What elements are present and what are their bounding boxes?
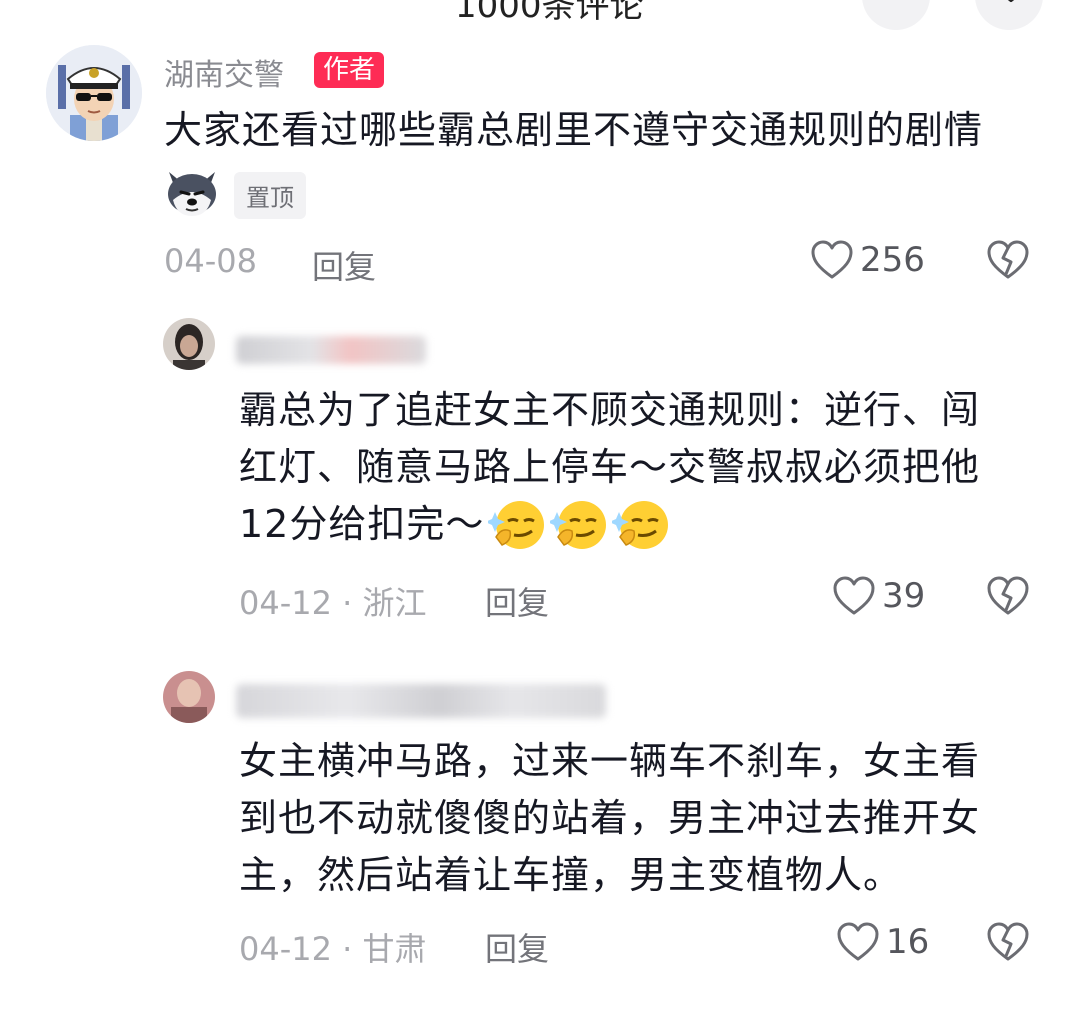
broken-heart-icon bbox=[987, 922, 1029, 961]
dislike-button[interactable] bbox=[986, 922, 1030, 962]
smirk-emoji-icon bbox=[550, 500, 607, 549]
broken-heart-icon bbox=[987, 240, 1029, 279]
comment-line: 女主横冲马路，过来一辆车不刹车，女主看 bbox=[239, 739, 981, 783]
dislike-button[interactable] bbox=[986, 240, 1030, 280]
close-icon bbox=[1007, 0, 1015, 2]
comment-date: 04-08 bbox=[164, 242, 257, 280]
comment-line: 霸总为了追赶女主不顾交通规则：逆行、闯 bbox=[239, 388, 981, 432]
like-count: 256 bbox=[860, 240, 925, 280]
like-button[interactable] bbox=[836, 922, 880, 962]
author-badge: 作者 bbox=[314, 52, 385, 88]
username-blurred[interactable] bbox=[236, 684, 606, 718]
comment-location: 甘肃 bbox=[362, 930, 427, 968]
like-count: 39 bbox=[882, 576, 926, 616]
smirk-emoji-icon bbox=[488, 500, 545, 549]
like-button[interactable] bbox=[832, 576, 876, 616]
close-button[interactable] bbox=[975, 0, 1043, 30]
comment-body: 霸总为了追赶女主不顾交通规则：逆行、闯 红灯、随意马路上停车～交警叔叔必须把他 … bbox=[239, 382, 980, 553]
broken-heart-icon bbox=[987, 576, 1029, 615]
pinned-label: 置顶 bbox=[234, 172, 306, 219]
panel-title: 1000条评论 bbox=[455, 0, 644, 26]
comment-location: 浙江 bbox=[362, 584, 427, 622]
like-count: 16 bbox=[886, 922, 930, 962]
at-button[interactable] bbox=[862, 0, 930, 30]
reply-button[interactable]: 回复 bbox=[312, 242, 376, 288]
heart-outline-icon bbox=[833, 576, 875, 615]
reply-button[interactable]: 回复 bbox=[485, 924, 549, 970]
author-avatar[interactable] bbox=[46, 45, 142, 141]
comment-line: 主，然后站着让车撞，男主变植物人。 bbox=[239, 853, 903, 897]
comment-text: 大家还看过哪些霸总剧里不遵守交通规则的剧情 bbox=[164, 108, 984, 152]
smirk-emoji-icon bbox=[612, 500, 669, 549]
comment-line: 红灯、随意马路上停车～交警叔叔必须把他 bbox=[239, 445, 981, 489]
author-name[interactable]: 湖南交警 bbox=[164, 50, 284, 94]
at-icon bbox=[876, 0, 916, 30]
username-blurred[interactable] bbox=[236, 336, 426, 364]
husky-sticker-icon bbox=[163, 162, 221, 220]
meta-separator: · bbox=[331, 930, 363, 968]
heart-outline-icon bbox=[837, 922, 879, 961]
comment-meta: 04-12 · 甘肃 bbox=[239, 924, 427, 970]
reply-button[interactable]: 回复 bbox=[485, 578, 549, 624]
comment-date: 04-12 bbox=[239, 584, 332, 622]
user-avatar[interactable] bbox=[163, 671, 215, 723]
comment-body: 女主横冲马路，过来一辆车不刹车，女主看 到也不动就傻傻的站着，男主冲过去推开女 … bbox=[239, 733, 980, 904]
emoji-group bbox=[488, 497, 672, 553]
comment-date: 04-12 bbox=[239, 930, 332, 968]
comment-line: 到也不动就傻傻的站着，男主冲过去推开女 bbox=[239, 796, 981, 840]
meta-separator: · bbox=[331, 584, 363, 622]
user-avatar[interactable] bbox=[163, 318, 215, 370]
comment-line: 12分给扣完～ bbox=[239, 502, 485, 546]
like-button[interactable] bbox=[810, 240, 854, 280]
dislike-button[interactable] bbox=[986, 576, 1030, 616]
comment-meta: 04-12 · 浙江 bbox=[239, 578, 427, 624]
heart-outline-icon bbox=[811, 240, 853, 279]
